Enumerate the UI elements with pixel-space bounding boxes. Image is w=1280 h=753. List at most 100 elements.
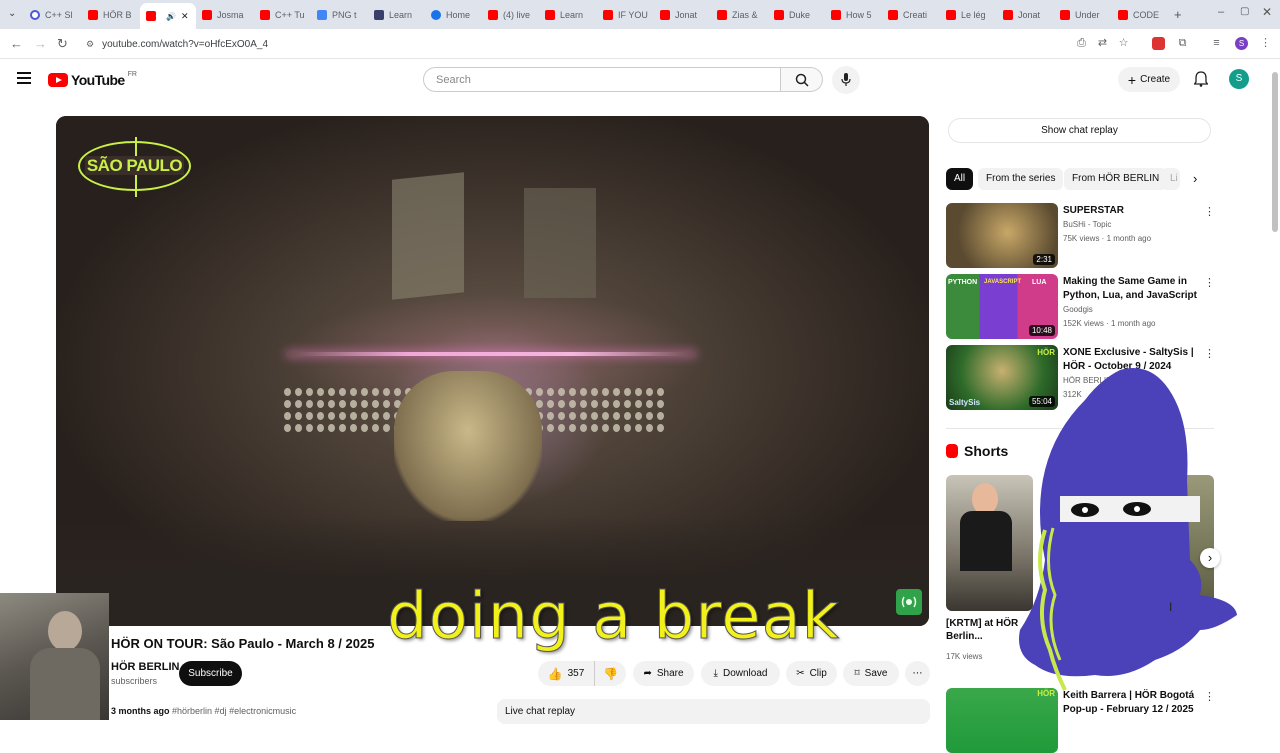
dislike-button[interactable]: 👎 xyxy=(594,661,626,686)
chip-from-series[interactable]: From the series xyxy=(978,168,1064,190)
page-scrollbar[interactable] xyxy=(1272,72,1278,232)
download-button[interactable]: ⤓ Download xyxy=(701,661,780,686)
led-dot xyxy=(635,388,642,396)
browser-tab[interactable]: (4) live xyxy=(482,4,536,26)
browser-tab[interactable]: C++ Tu xyxy=(254,4,308,26)
video-title[interactable]: SUPERSTAR xyxy=(1063,204,1203,218)
banner-right xyxy=(524,188,596,298)
close-window-button[interactable]: ✕ xyxy=(1262,5,1272,19)
clip-button[interactable]: ✂ Clip xyxy=(786,661,837,686)
browser-tab[interactable]: Home xyxy=(425,4,479,26)
save-button[interactable]: ⌑ Save xyxy=(843,661,899,686)
youtube-logo[interactable]: YouTube FR xyxy=(48,71,137,88)
browser-tab[interactable]: IF YOU xyxy=(597,4,651,26)
led-dot xyxy=(591,400,598,408)
install-icon[interactable]: ⎙ xyxy=(1075,37,1088,50)
live-chat-replay-panel[interactable]: Live chat replay xyxy=(497,699,930,724)
profile-avatar[interactable]: S xyxy=(1235,37,1248,50)
thumb-text-python: PYTHON xyxy=(948,279,978,286)
search-button[interactable] xyxy=(781,67,823,92)
hashtags[interactable]: #hörberlin #dj #electronicmusic xyxy=(172,706,296,716)
address-bar-row: ← → ↻ ⚙ youtube.com/watch?v=oHfcExO0A_4 … xyxy=(0,29,1280,59)
maximize-button[interactable]: ▢ xyxy=(1240,6,1249,17)
reload-icon[interactable]: ↻ xyxy=(57,36,68,52)
tab-close-icon[interactable]: ✕ xyxy=(181,11,189,22)
browser-tab[interactable]: Jonat xyxy=(997,4,1051,26)
chips-next-chevron-icon[interactable]: › xyxy=(1193,171,1197,186)
sidebar-icon[interactable]: ≡ xyxy=(1210,37,1223,50)
tab-audio-icon[interactable]: 🔊 xyxy=(166,12,176,21)
voice-search-button[interactable] xyxy=(832,66,860,94)
video-menu-icon[interactable]: ⋮ xyxy=(1204,276,1215,289)
minimize-button[interactable]: – xyxy=(1218,6,1224,18)
microphone-icon xyxy=(841,73,851,86)
account-avatar[interactable]: S xyxy=(1229,69,1249,89)
video-menu-icon[interactable]: ⋮ xyxy=(1204,347,1215,360)
more-actions-button[interactable]: ⋯ xyxy=(905,661,930,686)
url-field[interactable]: ⚙ youtube.com/watch?v=oHfcExO0A_4 xyxy=(78,33,1138,55)
browser-tab[interactable]: Learn xyxy=(539,4,593,26)
browser-tab[interactable]: C++ Sl xyxy=(24,4,78,26)
channel-name-row[interactable]: HÖR BERLIN ✔ xyxy=(111,661,189,673)
tab-list-chevron-icon[interactable]: ⌄ xyxy=(8,8,16,19)
sao-paulo-logo: SÃO PAULO xyxy=(78,137,191,197)
browser-tab[interactable]: 🔊 ✕ xyxy=(140,3,196,29)
browser-tab[interactable]: PNG t xyxy=(311,4,365,26)
hamburger-menu-icon[interactable] xyxy=(17,72,31,84)
subscribe-button[interactable]: Subscribe xyxy=(179,661,242,686)
browser-tab[interactable]: Learn xyxy=(368,4,422,26)
browser-tab[interactable]: HÖR B xyxy=(82,4,136,26)
new-tab-button[interactable]: + xyxy=(1174,7,1182,22)
related-video-item[interactable]: PYTHON JAVASCRIPT LUA 10:48 Making the S… xyxy=(946,274,1216,339)
channel-name[interactable]: HÖR BERLIN xyxy=(111,661,179,673)
video-channel[interactable]: Goodgis xyxy=(1063,305,1093,314)
browser-tab[interactable]: Josma xyxy=(196,4,250,26)
video-channel[interactable]: BuSHi - Topic xyxy=(1063,220,1111,229)
youtube-header: YouTube FR Search + Create S xyxy=(0,59,1280,99)
led-dot xyxy=(657,424,664,432)
chip-from-channel[interactable]: From HÖR BERLIN xyxy=(1064,168,1168,190)
create-button[interactable]: + Create xyxy=(1118,67,1180,92)
browser-tab[interactable]: CODE xyxy=(1112,4,1166,26)
led-dot xyxy=(284,424,291,432)
tab-label: HÖR B xyxy=(103,10,132,20)
led-dot xyxy=(306,400,313,408)
clip-label: Clip xyxy=(809,668,827,679)
video-player[interactable]: SÃO PAULO xyxy=(56,116,929,626)
chip-live[interactable]: Li xyxy=(1162,168,1180,190)
share-button[interactable]: ➦ Share xyxy=(633,661,694,686)
short-views: 17K views xyxy=(946,652,983,661)
notifications-bell-icon[interactable] xyxy=(1194,71,1208,87)
related-video-item[interactable]: 2:31 SUPERSTAR BuSHi - Topic 75K views ·… xyxy=(946,203,1216,268)
bookmark-star-icon[interactable]: ☆ xyxy=(1117,37,1130,50)
video-thumbnail[interactable]: 2:31 xyxy=(946,203,1058,268)
banner-left xyxy=(392,172,464,300)
save-label: Save xyxy=(864,668,888,679)
browser-tab[interactable]: Zias & xyxy=(711,4,765,26)
tab-favicon-icon xyxy=(1060,10,1070,20)
show-chat-replay-button[interactable]: Show chat replay xyxy=(948,118,1211,143)
forward-icon[interactable]: → xyxy=(34,36,47,51)
browser-menu-icon[interactable]: ⋮ xyxy=(1259,37,1272,50)
led-dot xyxy=(602,388,609,396)
browser-tab[interactable]: Duke xyxy=(768,4,822,26)
video-menu-icon[interactable]: ⋮ xyxy=(1204,205,1215,218)
browser-tab[interactable]: Jonat xyxy=(654,4,708,26)
browser-tab[interactable]: How 5 xyxy=(825,4,879,26)
browser-tab[interactable]: Le lég xyxy=(940,4,994,26)
search-input[interactable]: Search xyxy=(423,67,781,92)
site-info-icon[interactable]: ⚙ xyxy=(86,39,94,50)
subscriber-count: subscribers xyxy=(111,676,158,686)
led-dot xyxy=(558,388,565,396)
like-button[interactable]: 👍 357 xyxy=(538,661,594,686)
extensions-puzzle-icon[interactable]: ⧉ xyxy=(1176,37,1189,50)
chip-all[interactable]: All xyxy=(946,168,974,190)
extension-icon[interactable] xyxy=(1152,37,1165,50)
browser-tab[interactable]: Creati xyxy=(882,4,936,26)
video-title[interactable]: Making the Same Game in Python, Lua, and… xyxy=(1063,275,1203,303)
tab-favicon-icon xyxy=(88,10,98,20)
video-thumbnail[interactable]: PYTHON JAVASCRIPT LUA 10:48 xyxy=(946,274,1058,339)
browser-tab[interactable]: Under xyxy=(1054,4,1108,26)
translate-icon[interactable]: ⇄ xyxy=(1096,37,1109,50)
back-icon[interactable]: ← xyxy=(10,36,23,51)
